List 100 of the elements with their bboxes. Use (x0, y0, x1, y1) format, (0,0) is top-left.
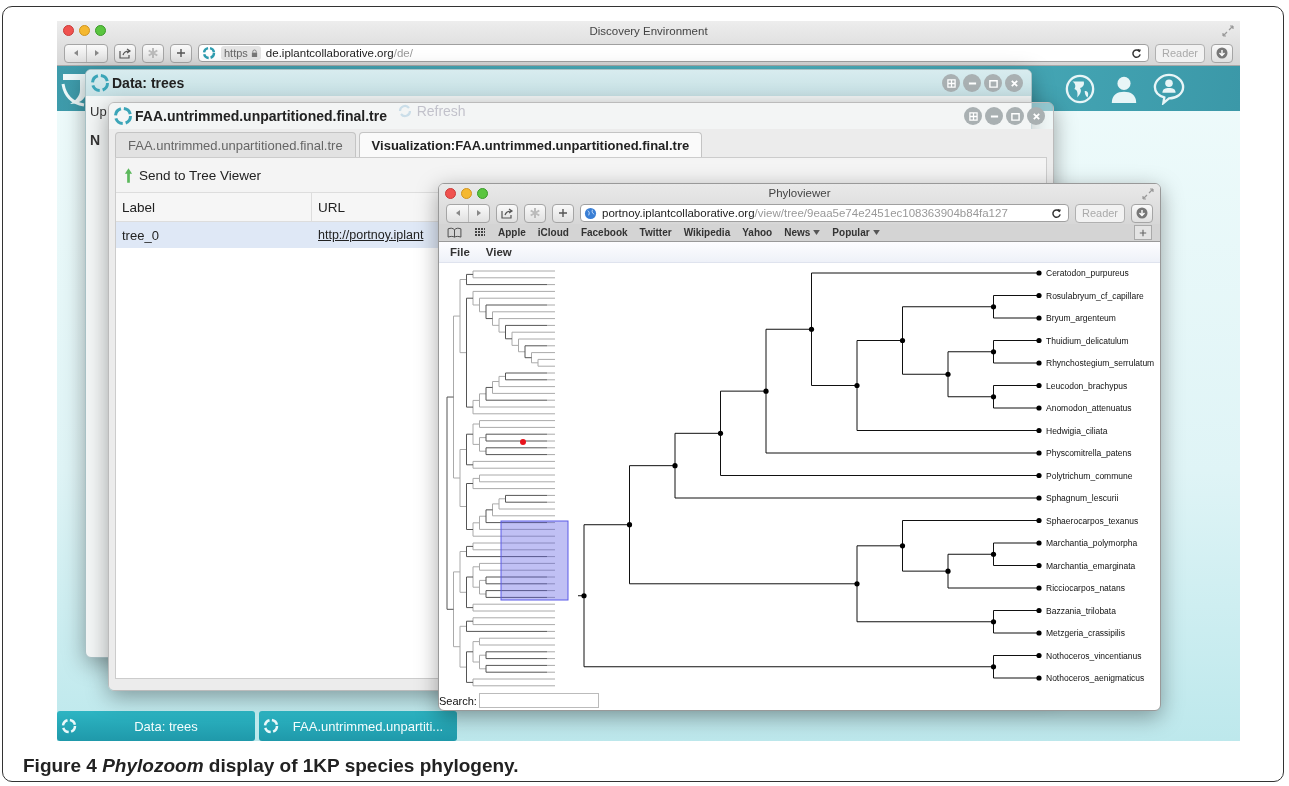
tile-button[interactable] (942, 74, 960, 92)
column-header[interactable]: N (90, 132, 104, 148)
node-dot[interactable] (1036, 382, 1042, 389)
overview-tree-drawing[interactable] (446, 270, 556, 687)
leaf-label: Anomodon_attenuatus (1046, 403, 1132, 413)
node-dot[interactable] (626, 522, 633, 528)
up-arrow-icon (124, 166, 133, 184)
node-dot[interactable] (1036, 607, 1042, 614)
node-dot[interactable] (1036, 675, 1042, 681)
node-dot[interactable] (1036, 495, 1042, 501)
bookmark-link[interactable]: Wikipedia (683, 227, 731, 238)
close-icon (1031, 111, 1041, 121)
download-button[interactable] (1131, 203, 1153, 223)
url-link[interactable]: http://portnoy.iplant (312, 228, 424, 242)
swirl-icon (61, 718, 77, 734)
node-dot[interactable] (1036, 337, 1042, 344)
reload-icon[interactable] (1131, 47, 1142, 59)
node-dot[interactable] (763, 388, 769, 394)
bookmark-link[interactable]: iCloud (537, 227, 569, 238)
node-dot[interactable] (1036, 472, 1042, 479)
node-dot[interactable] (1036, 270, 1042, 276)
close-button[interactable] (63, 25, 74, 36)
zoom-button[interactable] (477, 188, 488, 199)
node-dot[interactable] (990, 304, 997, 310)
node-dot[interactable] (990, 664, 997, 670)
download-button[interactable] (1211, 43, 1233, 63)
chat-user-icon[interactable] (1153, 72, 1185, 105)
grid-icon[interactable] (474, 227, 486, 238)
node-dot[interactable] (717, 430, 724, 436)
address-field[interactable]: https de.iplantcollaborative.org/de/ (198, 44, 1149, 62)
node-dot[interactable] (990, 349, 997, 355)
node-dot[interactable] (1036, 360, 1042, 366)
selection-rectangle[interactable] (500, 520, 569, 601)
address-field[interactable]: portnoy.iplantcollaborative.org/view/tree/9eaa5e74e2451ec108363904b84fa127 (580, 204, 1069, 222)
node-dot[interactable] (899, 543, 906, 549)
node-dot[interactable] (945, 568, 951, 574)
plus-icon (176, 48, 186, 58)
node-dot[interactable] (1036, 427, 1042, 434)
bookmark-link[interactable]: Yahoo (742, 227, 773, 238)
node-dot[interactable] (990, 551, 997, 557)
zoom-button[interactable] (95, 25, 106, 36)
node-dot[interactable] (581, 593, 587, 599)
forward-arrow-icon (93, 49, 101, 57)
node-dot[interactable] (1036, 540, 1042, 546)
leaf-label: Polytrichum_commune (1046, 470, 1133, 481)
column-header[interactable]: Label (116, 193, 312, 221)
node-dot[interactable] (854, 581, 860, 587)
node-dot[interactable] (1036, 562, 1042, 569)
node-dot[interactable] (1036, 585, 1042, 591)
node-dot[interactable] (945, 371, 951, 377)
node-dot[interactable] (899, 337, 906, 344)
bookmark-link[interactable]: News (784, 227, 821, 238)
leaf-label: Ceratodon_purpureus (1046, 268, 1129, 278)
leaf-label: Rhynchostegium_serrulatum (1046, 358, 1155, 368)
asterisk-icon (147, 47, 159, 59)
globe-icon[interactable] (1065, 73, 1095, 104)
swirl-icon (202, 46, 216, 60)
node-dot[interactable] (1036, 517, 1042, 524)
node-dot[interactable] (1036, 630, 1042, 636)
table-row[interactable]: tree_0 http://portnoy.iplant (116, 222, 438, 248)
leaf-label: Bazzania_trilobata (1046, 605, 1116, 616)
menu-item[interactable]: View (485, 246, 512, 258)
download-icon (1216, 47, 1228, 59)
leaf-label: Physcomitrella_patens (1046, 448, 1132, 458)
bookmark-link[interactable]: Facebook (580, 227, 628, 238)
node-dot[interactable] (1036, 652, 1042, 659)
node-dot[interactable] (672, 463, 678, 469)
https-badge: https (221, 46, 261, 60)
send-to-tree-viewer-button[interactable]: Send to Tree Viewer (124, 166, 262, 184)
close-button[interactable] (445, 188, 456, 199)
node-dot[interactable] (1036, 292, 1042, 299)
bookmark-link[interactable]: Twitter (639, 227, 672, 238)
asterisk-button[interactable] (142, 43, 164, 63)
node-dot[interactable] (854, 382, 860, 389)
node-dot[interactable] (1036, 405, 1042, 411)
share-icon (118, 47, 132, 59)
tab[interactable]: FAA.untrimmed.unpartitioned.final.tre (115, 132, 356, 157)
node-dot[interactable] (990, 619, 997, 625)
tab[interactable]: Visualization:FAA.untrimmed.unpartitioned.final.tre (358, 132, 703, 157)
menu-item[interactable]: File (450, 246, 470, 258)
book-icon[interactable] (447, 227, 462, 238)
swirl-icon (113, 106, 133, 126)
node-dot[interactable] (1036, 450, 1042, 456)
plus-icon (558, 208, 568, 218)
add-button[interactable] (170, 43, 192, 63)
search-field[interactable] (478, 693, 599, 708)
bookmark-link[interactable]: Apple (498, 227, 526, 238)
upload-menu[interactable]: Up (90, 103, 107, 119)
leaf-label: Ricciocarpos_natans (1046, 583, 1125, 593)
node-dot[interactable] (808, 326, 815, 332)
reload-icon[interactable] (1051, 207, 1062, 219)
leaf-label: Sphagnum_lescurii (1046, 493, 1119, 503)
share-button[interactable] (114, 43, 136, 63)
bookmark-link[interactable]: Popular (832, 227, 880, 238)
column-header[interactable]: URL (312, 193, 345, 221)
node-dot[interactable] (1036, 315, 1042, 321)
add-button[interactable] (552, 203, 574, 223)
node-dot[interactable] (990, 394, 997, 400)
share-button[interactable] (496, 203, 518, 223)
grid-icon (946, 78, 956, 88)
